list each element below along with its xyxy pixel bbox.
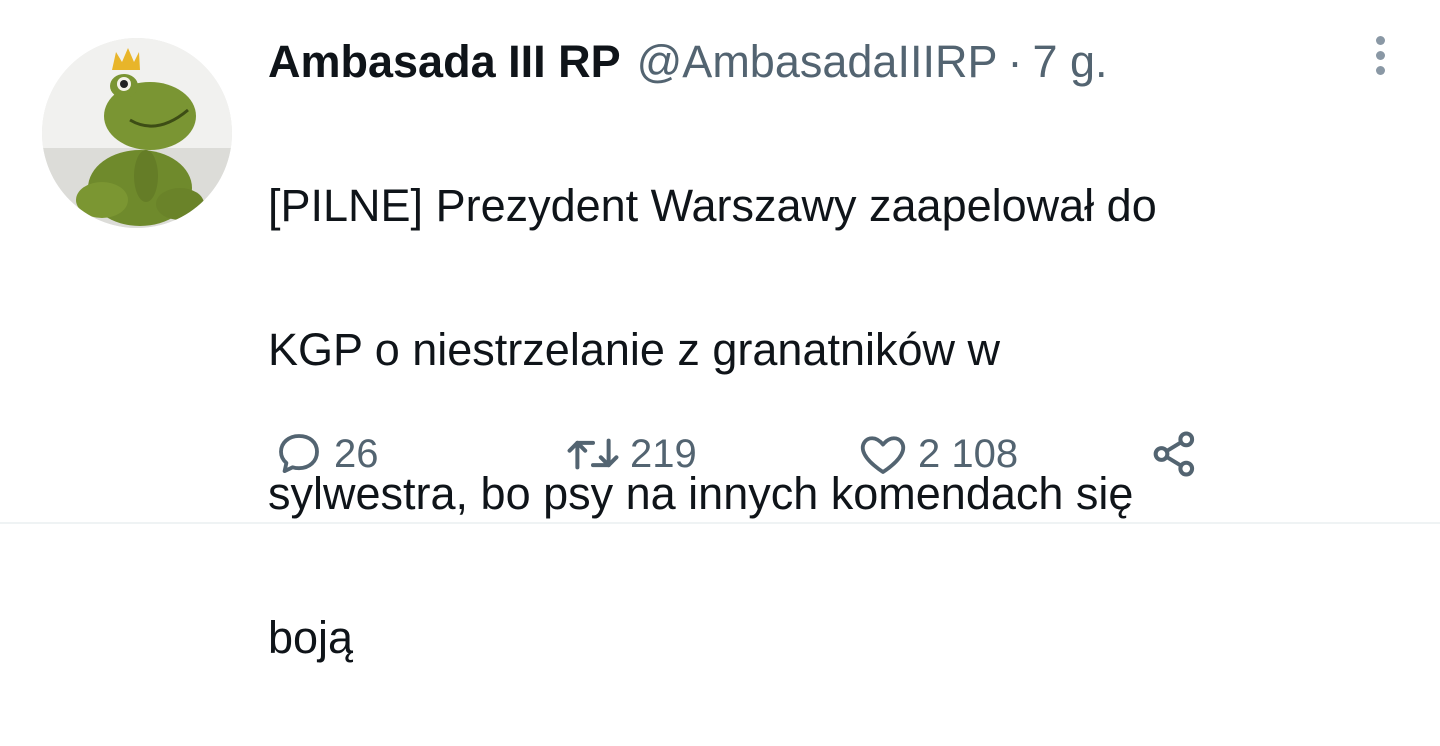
like-button[interactable]: 2 108 <box>856 424 1018 484</box>
share-button[interactable] <box>1148 424 1202 484</box>
avatar[interactable] <box>42 38 232 228</box>
author-handle[interactable]: @AmbasadaIIIRP <box>637 30 998 94</box>
retweet-icon <box>567 438 619 470</box>
tweet-content: Ambasada III RP @AmbasadaIIIRP · 7 g. [P… <box>268 30 1378 746</box>
tweet-text-line: boją <box>268 612 354 663</box>
reply-button[interactable]: 26 <box>272 424 379 484</box>
separator-dot: · <box>1007 36 1023 87</box>
retweet-count: 219 <box>630 431 697 476</box>
tweet-text: [PILNE] Prezydent Warszawy zaapelował do… <box>268 98 1368 746</box>
tweet-text-line: [PILNE] Prezydent Warszawy zaapelował do <box>268 180 1157 231</box>
heart-icon <box>860 436 906 474</box>
share-icon <box>1153 431 1195 477</box>
tweet-divider <box>0 522 1440 524</box>
like-count: 2 108 <box>918 431 1019 476</box>
author-name[interactable]: Ambasada III RP <box>268 30 621 94</box>
reply-count: 26 <box>334 431 379 476</box>
tweet-timestamp[interactable]: 7 g. <box>1032 30 1107 94</box>
more-vertical-icon[interactable] <box>1368 36 1392 84</box>
tweet-actions: 26 219 2 108 <box>272 424 1272 484</box>
tweet-text-line: KGP o niestrzelanie z granatników w <box>268 324 1001 375</box>
reply-icon <box>279 434 319 474</box>
frog-avatar-image <box>42 38 232 228</box>
retweet-button[interactable]: 219 <box>564 424 697 484</box>
tweet[interactable]: Ambasada III RP @AmbasadaIIIRP · 7 g. [P… <box>0 0 1440 663</box>
tweet-header: Ambasada III RP @AmbasadaIIIRP · 7 g. <box>268 30 1378 94</box>
